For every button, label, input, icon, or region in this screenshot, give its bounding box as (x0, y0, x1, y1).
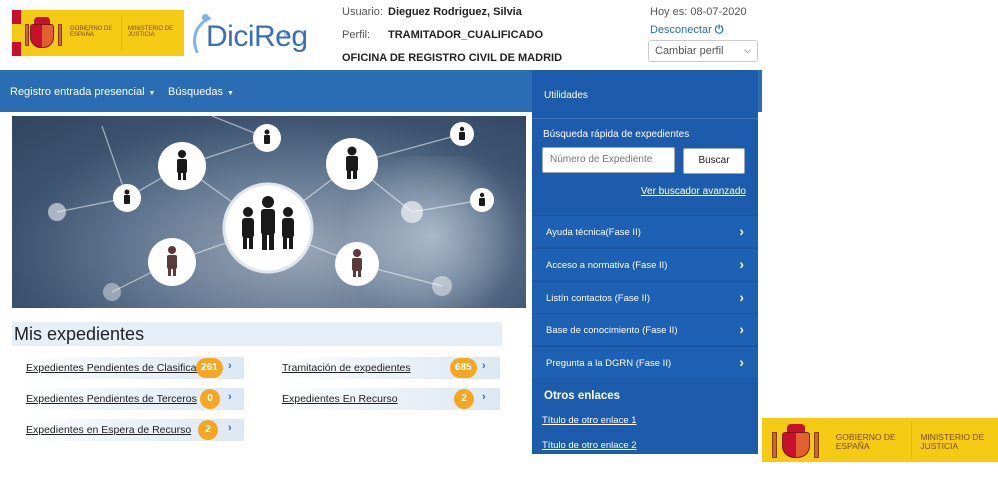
utilidades-title: Utilidades (544, 90, 588, 101)
chevron-right-icon[interactable]: › (482, 391, 486, 403)
count-badge: 2 (198, 420, 218, 440)
advanced-search-link[interactable]: Ver buscador avanzado (641, 186, 746, 197)
nav-label: Registro entrada presencial (10, 86, 145, 98)
util-item-normativa[interactable]: Acceso a normativa (Fase II) › (532, 248, 758, 280)
utilidades-panel: Utilidades Búsqueda rápida de expediente… (532, 70, 758, 454)
expediente-row-terceros: Expedientes Pendientes de Terceros 0 › (24, 388, 244, 410)
expediente-link-recurso[interactable]: Expedientes En Recurso (282, 393, 398, 405)
flag-stripe (12, 10, 21, 56)
perfil-value: TRAMITADOR_CUALIFICADO (388, 29, 544, 41)
logout-label: Desconectar (650, 24, 712, 36)
input-placeholder: Número de Expediente (550, 154, 653, 165)
usuario-value: Dieguez Rodriguez, Silvia (388, 6, 522, 18)
chevron-right-icon[interactable]: › (228, 391, 232, 403)
nav-label: Búsquedas (168, 86, 224, 98)
chevron-right-icon: › (739, 354, 744, 370)
chevron-right-icon[interactable]: › (228, 360, 232, 372)
buscar-button[interactable]: Buscar (683, 148, 745, 174)
ministerio-text: MINISTERIO DE JUSTICIA (128, 26, 174, 39)
util-item-ayuda-tecnica[interactable]: Ayuda técnica(Fase II) › (532, 215, 758, 247)
mis-expedientes-title: Mis expedientes (14, 324, 145, 344)
count-badge: 0 (200, 389, 220, 409)
expediente-row-tramitacion: Tramitación de expedientes 685 › (280, 357, 500, 379)
chevron-right-icon: › (739, 223, 744, 239)
ministerio-text: MINISTERIO DE JUSTICIA (920, 432, 985, 451)
caret-down-icon: ▼ (227, 90, 234, 97)
usuario-label: Usuario: (342, 6, 383, 18)
chevron-right-icon: › (739, 289, 744, 305)
count-badge: 2 (454, 389, 474, 409)
power-icon: ⏻ (714, 24, 724, 36)
current-date: Hoy es: 08-07-2020 (650, 6, 747, 18)
profile-select[interactable]: Cambiar perfil ⌵ (648, 40, 758, 62)
gobierno-text: GOBIERNO DE ESPAÑA (835, 432, 896, 451)
expediente-row-clasificar: Expedientes Pendientes de Clasificar 261… (24, 357, 244, 379)
coat-of-arms-icon (21, 10, 67, 56)
util-item-pregunta-dgrn[interactable]: Pregunta a la DGRN (Fase II) › (532, 346, 758, 378)
expediente-number-input[interactable]: Número de Expediente (542, 147, 675, 173)
util-item-label: Pregunta a la DGRN (Fase II) (546, 358, 672, 369)
hero-banner (12, 116, 526, 308)
gobierno-logo: GOBIERNO DE ESPAÑA MINISTERIO DE JUSTICI… (12, 10, 184, 56)
count-badge: 685 (450, 358, 477, 378)
util-item-listin-contactos[interactable]: Listín contactos (Fase II) › (532, 281, 758, 313)
caret-down-icon: ▼ (148, 90, 156, 97)
perfil-label: Perfil: (342, 29, 371, 41)
chevron-right-icon[interactable]: › (228, 422, 232, 434)
chevron-right-icon[interactable]: › (482, 360, 486, 372)
registered-mark: ® (284, 30, 290, 39)
util-item-label: Base de conocimiento (Fase II) (546, 325, 678, 336)
logout-link[interactable]: Desconectar ⏻ (650, 24, 723, 37)
quick-search-title: Búsqueda rápida de expedientes (543, 129, 690, 140)
nav-registro-entrada[interactable]: Registro entrada presencial ▼ (10, 86, 155, 98)
util-item-label: Acceso a normativa (Fase II) (546, 260, 668, 271)
count-badge: 261 (196, 358, 223, 378)
util-item-label: Ayuda técnica(Fase II) (546, 227, 641, 238)
otro-enlace-1[interactable]: Título de otro enlace 1 (542, 415, 637, 426)
dicireg-logo[interactable]: DiciReg ® (185, 12, 308, 56)
util-item-label: Listín contactos (Fase II) (546, 293, 651, 304)
util-item-base-conocimiento[interactable]: Base de conocimiento (Fase II) › (532, 313, 758, 345)
gobierno-text: GOBIERNO DE ESPAÑA (70, 26, 113, 39)
otros-enlaces-title: Otros enlaces (544, 390, 621, 402)
chevron-down-icon: ⌵ (744, 45, 751, 55)
expediente-row-espera-recurso: Expedientes en Espera de Recurso 2 › (24, 419, 244, 441)
brand-name: DiciReg (206, 20, 308, 53)
gobierno-logo-footer: GOBIERNO DE ESPAÑA MINISTERIO DE JUSTICI… (762, 418, 998, 462)
chevron-right-icon: › (739, 321, 744, 337)
profile-select-value: Cambiar perfil (655, 45, 724, 57)
expediente-link-clasificar[interactable]: Expedientes Pendientes de Clasificar (26, 362, 200, 374)
expediente-link-terceros[interactable]: Expedientes Pendientes de Terceros (26, 393, 197, 405)
expediente-link-espera-recurso[interactable]: Expedientes en Espera de Recurso (26, 424, 191, 436)
chevron-right-icon: › (739, 256, 744, 272)
otro-enlace-2[interactable]: Título de otro enlace 2 (542, 440, 637, 451)
expediente-row-recurso: Expedientes En Recurso 2 › (280, 388, 500, 410)
nav-busquedas[interactable]: Búsquedas ▼ (168, 86, 234, 98)
expediente-link-tramitacion[interactable]: Tramitación de expedientes (282, 362, 411, 374)
office-name: OFICINA DE REGISTRO CIVIL DE MADRID (342, 52, 563, 64)
coat-of-arms-icon (762, 418, 830, 462)
mis-expedientes-header: Mis expedientes (12, 322, 502, 346)
network-people-illustration (48, 116, 494, 301)
